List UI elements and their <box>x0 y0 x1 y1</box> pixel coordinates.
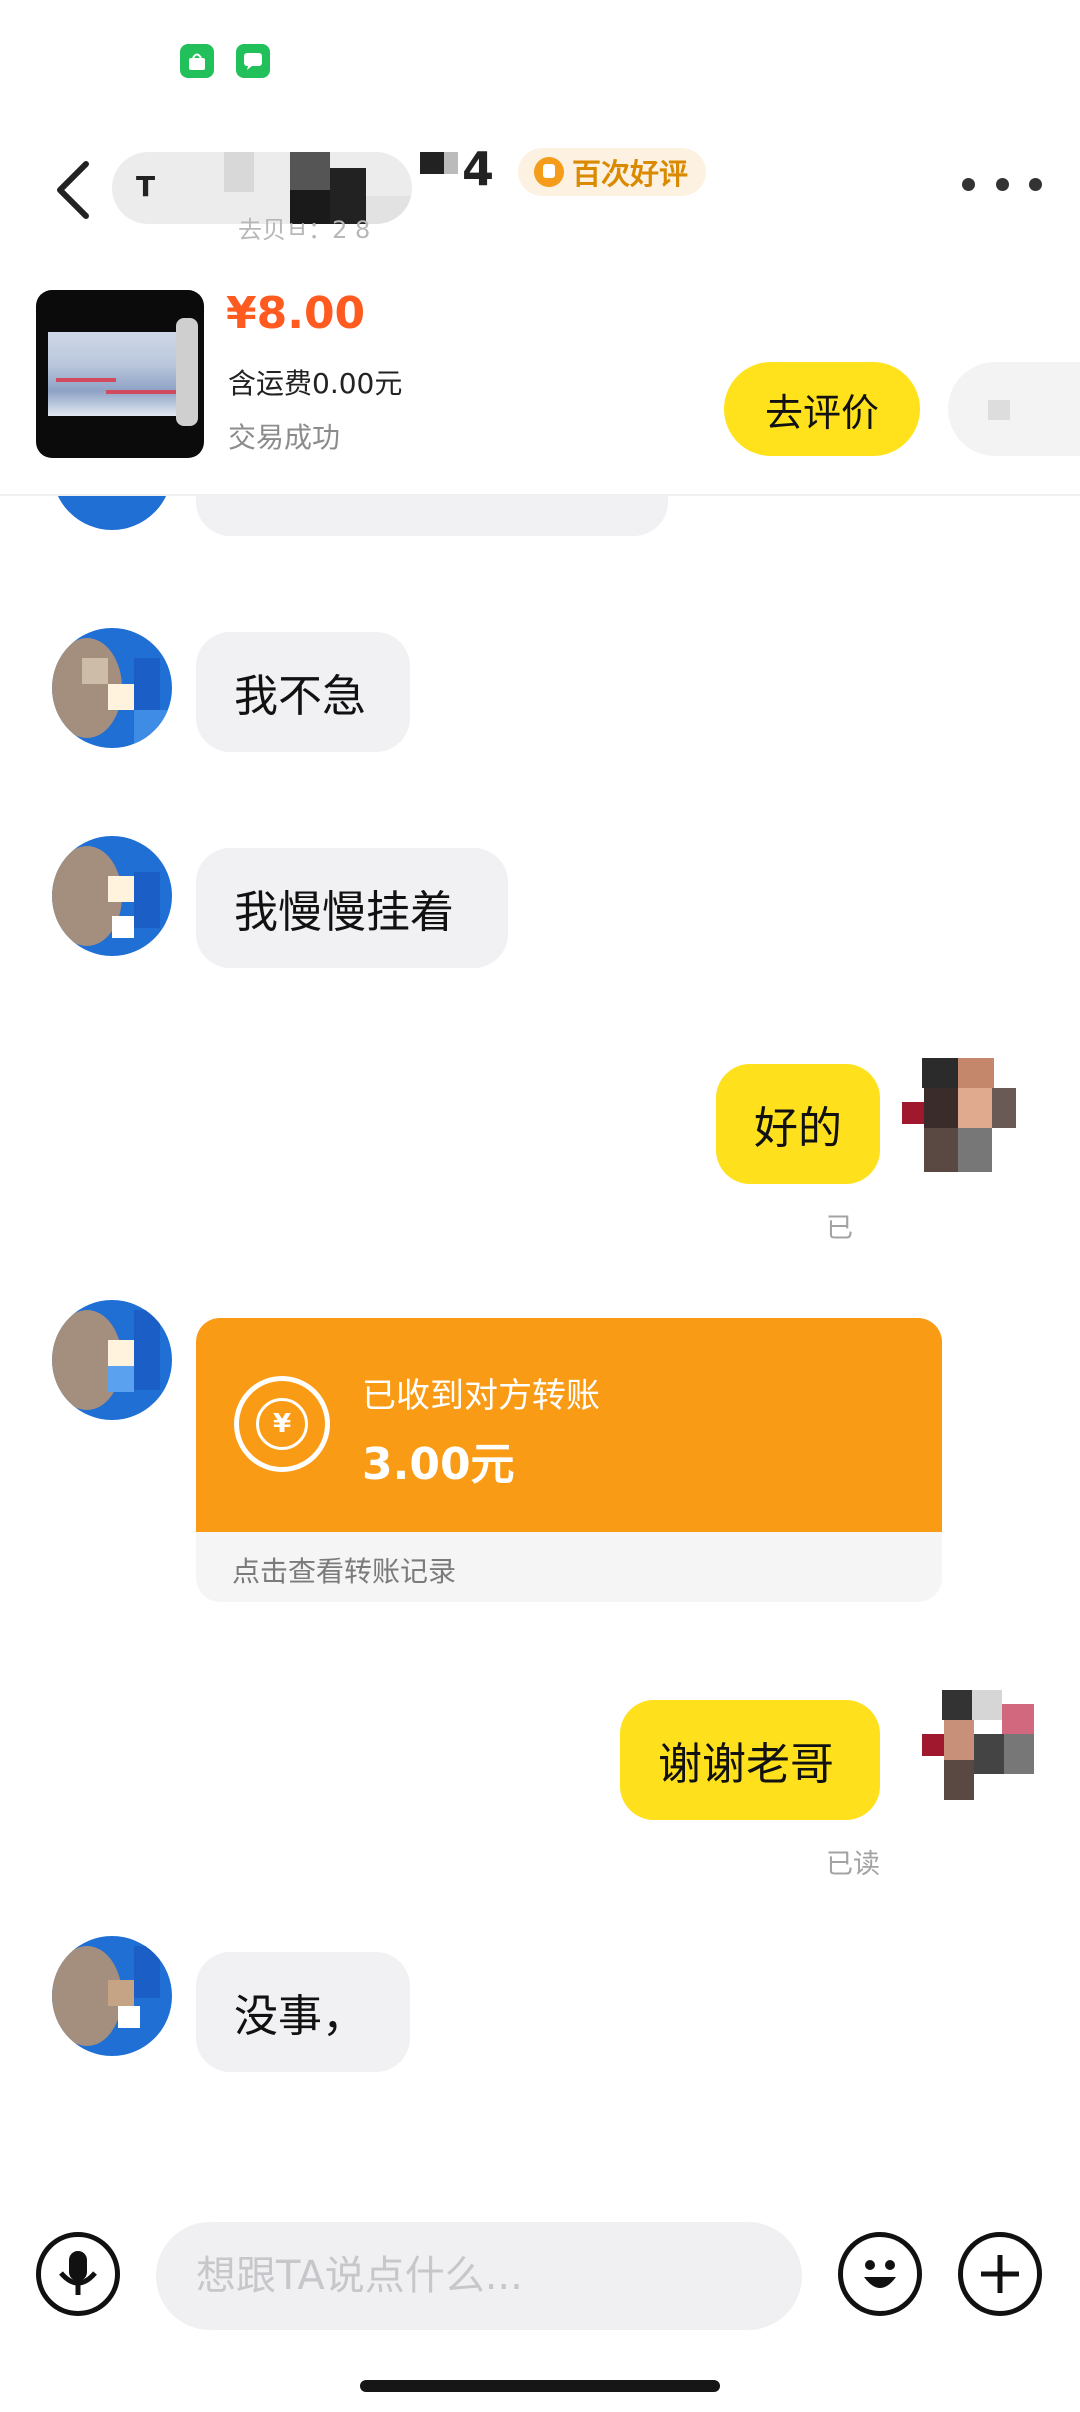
emoji-button[interactable] <box>838 2232 922 2316</box>
name-mosaic <box>420 152 444 174</box>
chevron-left-icon <box>57 161 89 219</box>
read-receipt: 已读 <box>826 1849 880 1880</box>
seller-avatar[interactable] <box>52 1300 172 1420</box>
order-price: ¥8.00 <box>226 288 366 339</box>
more-options-button[interactable] <box>962 164 1042 204</box>
read-receipt: 已 <box>826 1213 853 1244</box>
message-bubble: 我不急 <box>196 632 410 752</box>
seller-name-suffix: 4 <box>462 142 495 196</box>
my-avatar[interactable] <box>902 1058 1016 1172</box>
review-count-badge: 百次好评 <box>518 148 707 196</box>
message-bubble: 我慢慢挂着 <box>196 848 508 968</box>
write-review-button[interactable]: 去评价 <box>724 362 920 456</box>
name-mosaic-2 <box>444 152 458 174</box>
home-indicator <box>360 2380 720 2392</box>
more-actions-button[interactable] <box>948 362 1080 456</box>
transfer-title: 已收到对方转账 <box>362 1376 600 1416</box>
message-text: 好的 <box>754 1103 842 1154</box>
seller-avatar[interactable] <box>52 628 172 748</box>
back-button[interactable] <box>48 158 102 222</box>
plus-icon <box>981 2255 1019 2293</box>
transfer-amount: 3.00元 <box>362 1439 515 1490</box>
voice-input-button[interactable] <box>36 2232 120 2316</box>
thumbs-up-icon <box>534 157 564 187</box>
dot-icon <box>995 177 1009 191</box>
order-status: 交易成功 <box>228 421 341 454</box>
transfer-record-link[interactable]: 点击查看转账记录 <box>232 1550 456 1590</box>
message-input[interactable] <box>156 2222 802 2330</box>
message-text: 我慢慢挂着 <box>234 887 454 938</box>
yuan-exchange-icon: ¥ <box>234 1376 330 1472</box>
message-icon <box>236 44 270 78</box>
app-store-icon <box>180 44 214 78</box>
shipping-fee: 含运费0.00元 <box>228 367 403 400</box>
my-message-bubble: 好的 <box>716 1064 880 1184</box>
message-text: 我不急 <box>234 671 366 722</box>
message-text: 谢谢老哥 <box>658 1739 834 1790</box>
dot-icon <box>962 177 975 191</box>
product-thumbnail[interactable] <box>36 290 204 458</box>
seller-name-prefix: T <box>136 170 156 203</box>
message-text: 没事， <box>234 1991 366 2042</box>
seller-avatar[interactable] <box>52 836 172 956</box>
transfer-card[interactable]: ¥ 已收到对方转账 3.00元 点击查看转账记录 <box>196 1318 942 1602</box>
microphone-icon <box>59 2251 97 2295</box>
my-message-bubble: 谢谢老哥 <box>620 1700 880 1820</box>
review-count-label: 百次好评 <box>572 157 689 191</box>
more-attachments-button[interactable] <box>958 2232 1042 2316</box>
smiley-icon <box>864 2260 896 2288</box>
seller-avatar[interactable] <box>52 1936 172 2056</box>
dot-icon <box>1029 177 1042 191</box>
message-bubble: 没事， <box>196 1952 410 2072</box>
my-avatar[interactable] <box>922 1690 1034 1802</box>
seller-subtitle: 去贝ㅂ：2 8 <box>238 216 371 244</box>
order-card[interactable]: ¥8.00 含运费0.00元 交易成功 去评价 <box>0 270 1080 496</box>
